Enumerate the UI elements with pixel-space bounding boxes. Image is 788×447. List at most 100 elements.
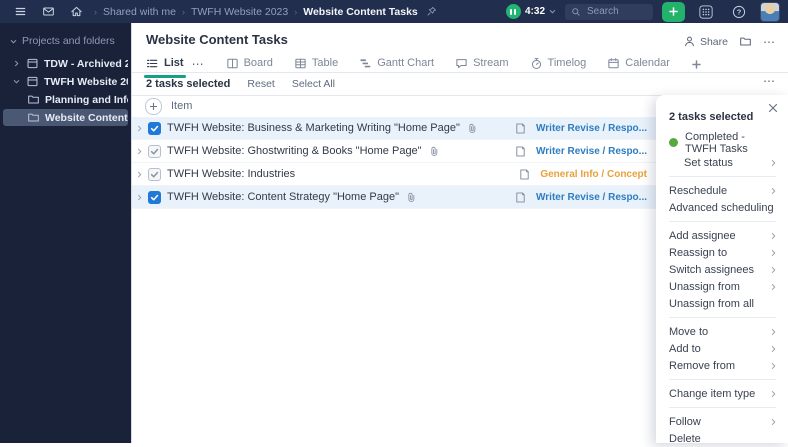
- menu-item-add-assignee[interactable]: Add assignee: [669, 227, 776, 244]
- more-options-icon[interactable]: ⋯: [763, 36, 776, 48]
- view-options-icon[interactable]: ⋯: [192, 58, 205, 70]
- menu-icon[interactable]: [8, 0, 32, 23]
- task-status[interactable]: Writer Revise / Respo...: [536, 123, 647, 134]
- chevron-down-icon: [549, 9, 556, 14]
- tab-label: Calendar: [625, 57, 670, 69]
- note-icon[interactable]: [514, 122, 527, 135]
- task-row[interactable]: TWFH Website: Business & Marketing Writi…: [132, 117, 657, 140]
- menu-item-label: Add to: [669, 342, 701, 355]
- breadcrumb-item-website-content-tasks[interactable]: Website Content Tasks: [303, 6, 418, 18]
- menu-item-move-to[interactable]: Move to: [669, 323, 776, 340]
- chevron-right-icon[interactable]: [137, 171, 142, 178]
- search-box[interactable]: [565, 3, 653, 20]
- breadcrumb-separator: ›: [94, 6, 97, 17]
- sidebar-item-tdw-archived-2016-2017[interactable]: TDW - Archived 2016-2017: [3, 55, 128, 72]
- folder-icon: [27, 111, 40, 124]
- menu-item-set-status[interactable]: Set status: [669, 154, 776, 171]
- help-icon[interactable]: ?: [727, 0, 751, 23]
- projects-folders-section[interactable]: Projects and folders: [0, 23, 131, 54]
- list-icon: [146, 57, 159, 70]
- chevron-right-icon: [771, 362, 776, 370]
- tab-stream[interactable]: Stream: [455, 57, 509, 72]
- tab-timelog[interactable]: Timelog: [530, 57, 586, 72]
- note-icon[interactable]: [514, 191, 527, 204]
- menu-item-unassign-from-all[interactable]: Unassign from all: [669, 295, 776, 312]
- selection-toolbar: 2 tasks selected Reset Select All: [146, 73, 335, 95]
- tab-list[interactable]: List ⋯: [144, 57, 205, 78]
- search-input[interactable]: [585, 5, 647, 18]
- timer-button[interactable]: 4:32: [505, 4, 556, 19]
- close-icon[interactable]: [768, 103, 778, 113]
- task-title[interactable]: TWFH Website: Business & Marketing Writi…: [167, 122, 460, 134]
- pause-icon[interactable]: [505, 4, 521, 19]
- task-title[interactable]: TWFH Website: Content Strategy "Home Pag…: [167, 191, 399, 203]
- add-view-button[interactable]: [691, 59, 702, 70]
- task-status[interactable]: Writer Revise / Respo...: [536, 146, 647, 157]
- task-title[interactable]: TWFH Website: Ghostwriting & Books "Home…: [167, 145, 422, 157]
- task-row[interactable]: TWFH Website: Ghostwriting & Books "Home…: [132, 140, 657, 163]
- task-row[interactable]: TWFH Website: Content Strategy "Home Pag…: [132, 186, 657, 209]
- menu-item-advanced-scheduling[interactable]: Advanced scheduling: [669, 199, 776, 216]
- gantt-icon: [359, 57, 372, 70]
- task-row[interactable]: TWFH Website: Industries General Info / C…: [132, 163, 657, 186]
- timer-value: 4:32: [524, 6, 545, 17]
- folder-actions-icon[interactable]: [739, 35, 752, 48]
- task-checkbox[interactable]: [148, 121, 161, 135]
- avatar[interactable]: [760, 1, 780, 22]
- task-checkbox[interactable]: [148, 190, 161, 204]
- tab-board[interactable]: Board: [226, 57, 273, 72]
- menu-item-unassign-from[interactable]: Unassign from: [669, 278, 776, 295]
- sidebar-item-label: TWFH Website 2023: [44, 75, 128, 88]
- paperclip-icon: [429, 146, 439, 157]
- select-all-button[interactable]: Select All: [292, 78, 335, 90]
- inbox-icon[interactable]: [36, 0, 60, 23]
- menu-item-remove-from[interactable]: Remove from: [669, 357, 776, 374]
- task-checkbox[interactable]: [148, 144, 161, 158]
- list-more-options-icon[interactable]: ⋯: [763, 75, 776, 87]
- sidebar-item-website-content-tasks[interactable]: Website Content Tasks: [3, 109, 128, 126]
- chevron-right-icon[interactable]: [137, 148, 142, 155]
- sidebar-item-label: Website Content Tasks: [45, 111, 128, 124]
- add-item-row[interactable]: Item: [145, 96, 192, 116]
- menu-item-follow[interactable]: Follow: [669, 413, 776, 430]
- reset-button[interactable]: Reset: [247, 78, 274, 90]
- chevron-right-icon: [771, 266, 776, 274]
- sidebar-item-label: Planning and Info Tasks: [45, 93, 128, 106]
- menu-item-switch-assignees[interactable]: Switch assignees: [669, 261, 776, 278]
- menu-item-label: Reassign to: [669, 246, 728, 259]
- home-icon[interactable]: [64, 0, 88, 23]
- tab-table[interactable]: Table: [294, 57, 338, 72]
- breadcrumb-item-shared-with-me[interactable]: Shared with me: [103, 6, 176, 18]
- chevron-right-icon[interactable]: [137, 194, 142, 201]
- apps-grid-icon[interactable]: [694, 0, 718, 23]
- tab-gantt-chart[interactable]: Gantt Chart: [359, 57, 434, 72]
- menu-divider: [669, 407, 776, 408]
- topbar-right-group: 4:32 ?: [505, 0, 780, 23]
- chevron-down-icon[interactable]: [11, 79, 21, 84]
- sidebar-item-planning-and-info-tasks[interactable]: Planning and Info Tasks: [3, 91, 128, 108]
- menu-item-reassign-to[interactable]: Reassign to: [669, 244, 776, 261]
- tab-label: Board: [243, 57, 273, 69]
- chevron-right-icon: [771, 328, 776, 336]
- pin-icon[interactable]: [424, 6, 440, 17]
- share-button[interactable]: Share: [683, 35, 728, 48]
- note-icon[interactable]: [514, 145, 527, 158]
- task-status[interactable]: Writer Revise / Respo...: [536, 192, 647, 203]
- note-icon[interactable]: [518, 168, 531, 181]
- menu-item-delete[interactable]: Delete: [669, 430, 776, 447]
- breadcrumb-item-twfh-website-2023[interactable]: TWFH Website 2023: [191, 6, 288, 18]
- task-title[interactable]: TWFH Website: Industries: [167, 168, 295, 180]
- sidebar-item-twfh-website-2023[interactable]: TWFH Website 2023: [3, 73, 128, 90]
- tab-calendar[interactable]: Calendar: [607, 57, 670, 72]
- task-checkbox[interactable]: [148, 167, 161, 181]
- menu-item-add-to[interactable]: Add to: [669, 340, 776, 357]
- create-button[interactable]: [662, 1, 685, 22]
- menu-divider: [669, 221, 776, 222]
- task-status[interactable]: General Info / Concept: [540, 169, 647, 180]
- chevron-right-icon[interactable]: [137, 125, 142, 132]
- menu-item-completed-twfh-tasks[interactable]: Completed - TWFH Tasks: [669, 131, 776, 155]
- menu-item-reschedule[interactable]: Reschedule: [669, 182, 776, 199]
- chevron-right-icon[interactable]: [11, 60, 21, 67]
- menu-item-change-item-type[interactable]: Change item type: [669, 385, 776, 402]
- section-label: Projects and folders: [22, 35, 115, 47]
